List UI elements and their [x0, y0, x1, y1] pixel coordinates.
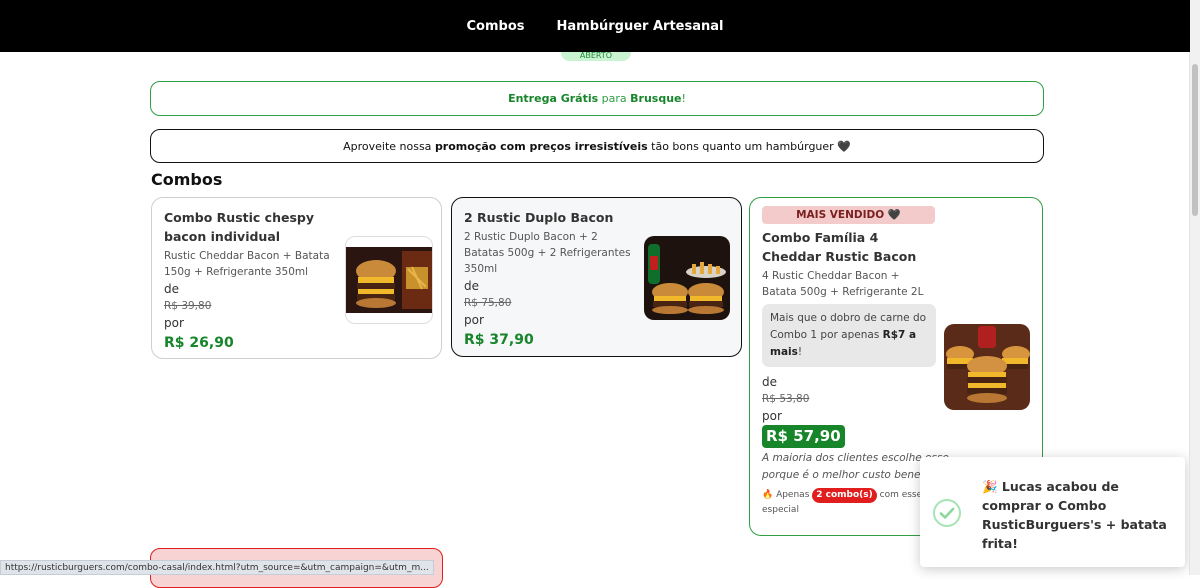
stock-prefix: 🔥 Apenas — [762, 490, 813, 500]
burger-image — [944, 324, 1030, 410]
toast-message: 🎉 Lucas acabou de comprar o Combo Rustic… — [982, 479, 1167, 551]
scrollbar-thumb[interactable] — [1192, 64, 1198, 216]
promo-suffix: tão bons quanto um hambúrguer 🖤 — [647, 139, 851, 153]
top-nav: Combos Hambúrguer Artesanal — [0, 0, 1190, 52]
card-price: R$ 37,90 — [464, 332, 534, 348]
check-circle-icon — [933, 499, 961, 527]
delivery-free-label: Entrega Grátis — [508, 92, 599, 105]
page-scrollbar[interactable] — [1189, 0, 1200, 575]
burger-image — [644, 236, 730, 320]
card-de-label: de — [164, 282, 179, 296]
card-description: 2 Rustic Duplo Bacon + 2 Batatas 500g + … — [464, 231, 631, 275]
card-por-label: por — [762, 409, 782, 423]
purchase-toast[interactable]: 🎉 Lucas acabou de comprar o Combo Rustic… — [920, 457, 1185, 567]
card-description: 4 Rustic Cheddar Bacon + Batata 500g + R… — [762, 270, 924, 298]
promo-banner: Aproveite nossa promoção com preços irre… — [150, 129, 1044, 163]
card-title: Combo Rustic chespy bacon individual — [164, 210, 314, 244]
promo-callout-end: ! — [797, 346, 803, 358]
card-de-label: de — [464, 279, 479, 293]
card-title: 2 Rustic Duplo Bacon — [464, 210, 614, 225]
card-por-label: por — [464, 313, 484, 327]
burger-image — [345, 236, 433, 324]
nav-link-combos[interactable]: Combos — [467, 19, 525, 34]
stock-badge: 2 combo(s) — [812, 488, 877, 503]
delivery-city: Brusque — [630, 92, 682, 105]
card-old-price: R$ 39,80 — [164, 300, 212, 312]
promo-prefix: Aproveite nossa — [343, 139, 435, 153]
section-title-combos: Combos — [151, 170, 223, 189]
combo-card-rustic-chespy[interactable]: Combo Rustic chespy bacon individual Rus… — [151, 197, 442, 359]
combo-card-duplo-bacon[interactable]: 2 Rustic Duplo Bacon 2 Rustic Duplo Baco… — [451, 197, 742, 357]
browser-status-url: https://rusticburguers.com/combo-casal/i… — [0, 560, 434, 575]
card-description: Rustic Cheddar Bacon + Batata 150g + Ref… — [164, 250, 330, 278]
card-de-label: de — [762, 375, 777, 389]
promo-bold: promoção com preços irresistíveis — [434, 139, 648, 153]
card-price: R$ 57,90 — [762, 425, 845, 448]
delivery-banner: Entrega Grátis para Brusque! — [150, 81, 1044, 116]
card-title: Combo Família 4 Cheddar Rustic Bacon — [762, 230, 917, 264]
promo-callout: Mais que o dobro de carne do Combo 1 por… — [762, 304, 936, 367]
nav-link-hamburguer-artesanal[interactable]: Hambúrguer Artesanal — [557, 19, 724, 34]
card-old-price: R$ 53,80 — [762, 393, 810, 405]
card-old-price: R$ 75,80 — [464, 297, 512, 309]
card-por-label: por — [164, 316, 184, 330]
delivery-suffix: ! — [681, 92, 686, 105]
best-seller-badge: MAIS VENDIDO 🖤 — [762, 206, 935, 224]
card-price: R$ 26,90 — [164, 335, 234, 351]
delivery-middle: para — [598, 92, 631, 105]
